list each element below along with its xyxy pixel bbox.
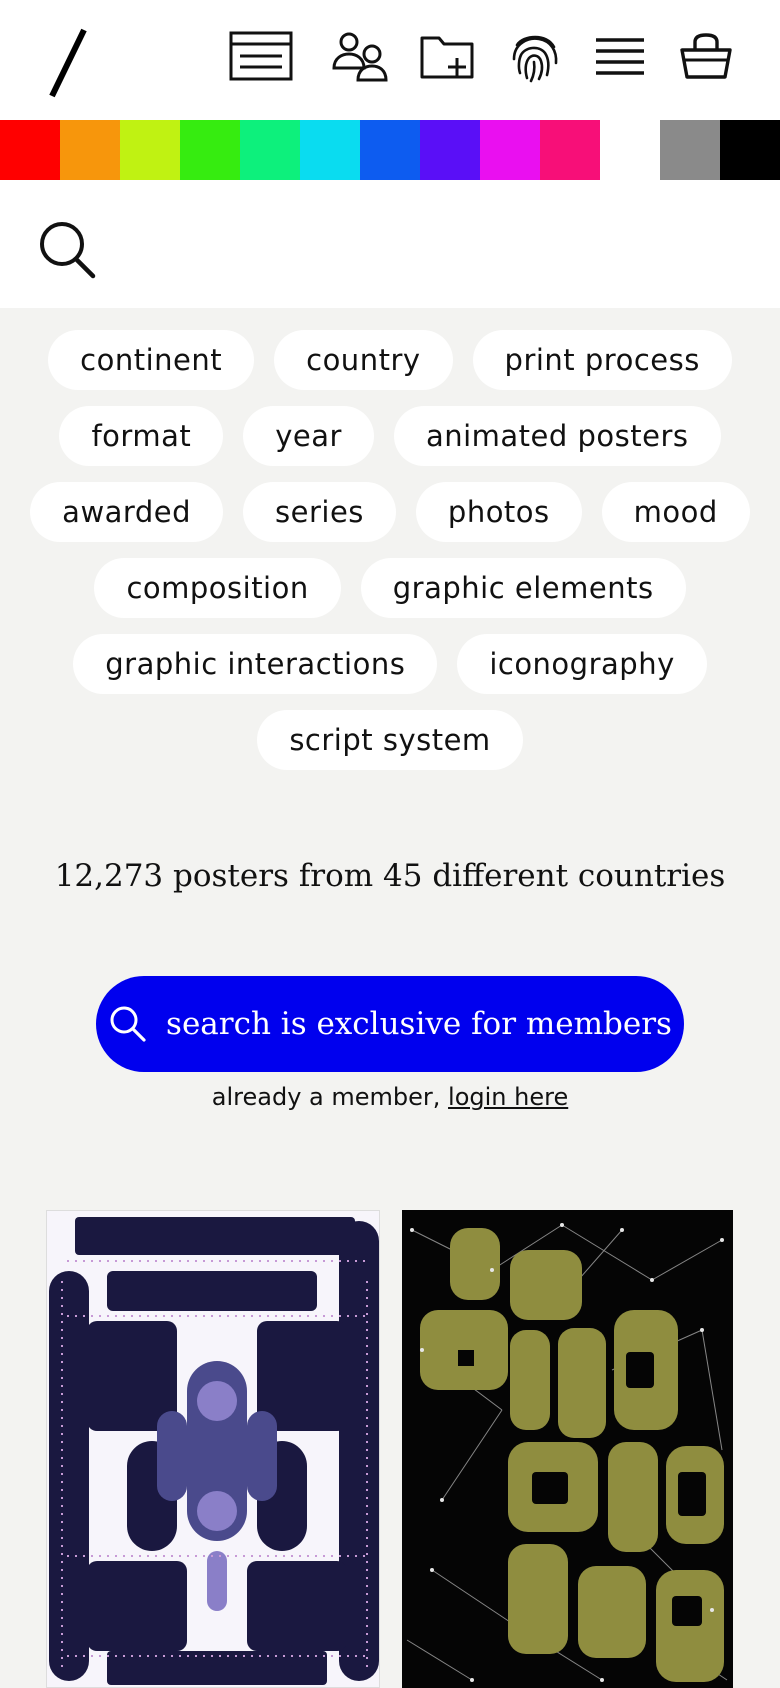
filter-chip-row: awarded series photos mood: [0, 482, 780, 542]
basket-icon[interactable]: [671, 26, 741, 86]
search-bar[interactable]: [0, 180, 780, 308]
poster-thumbnail[interactable]: [46, 1210, 380, 1688]
filter-chip-row: continent country print process: [0, 330, 780, 390]
filter-chip[interactable]: graphic interactions: [73, 634, 438, 694]
member-login-line: already a member, login here: [0, 1083, 780, 1111]
filter-chip-row: script system: [0, 710, 780, 770]
color-swatch[interactable]: [540, 120, 600, 180]
color-swatch[interactable]: [60, 120, 120, 180]
filter-chip[interactable]: country: [274, 330, 453, 390]
color-swatch[interactable]: [120, 120, 180, 180]
menu-icon[interactable]: [585, 26, 655, 86]
filter-chip[interactable]: photos: [415, 482, 582, 542]
filter-chip[interactable]: continent: [48, 330, 255, 390]
members-search-label: search is exclusive for members: [166, 1006, 672, 1042]
filter-chip[interactable]: series: [243, 482, 396, 542]
color-swatch[interactable]: [720, 120, 780, 180]
color-swatch[interactable]: [600, 120, 660, 180]
filter-chip-row: format year animated posters: [0, 406, 780, 466]
poster-thumbnail[interactable]: [402, 1210, 733, 1688]
filter-chip-row: graphic interactions iconography: [0, 634, 780, 694]
search-icon: [108, 1004, 148, 1044]
color-swatch[interactable]: [360, 120, 420, 180]
filter-chip[interactable]: graphic elements: [360, 558, 686, 618]
color-swatch[interactable]: [240, 120, 300, 180]
filter-chip[interactable]: awarded: [30, 482, 224, 542]
color-filter-bar: [0, 120, 780, 180]
member-login-prefix: already a member,: [211, 1083, 449, 1111]
filter-chip[interactable]: animated posters: [393, 406, 721, 466]
color-swatch[interactable]: [420, 120, 480, 180]
poster-stats: 12,273 posters from 45 different countri…: [54, 858, 726, 894]
members-search-button[interactable]: search is exclusive for members: [96, 976, 684, 1072]
color-swatch[interactable]: [300, 120, 360, 180]
color-swatch[interactable]: [480, 120, 540, 180]
filter-chips: continent country print process format year a…: [0, 330, 780, 786]
filter-chip[interactable]: mood: [601, 482, 750, 542]
color-swatch[interactable]: [180, 120, 240, 180]
filter-chip[interactable]: format: [59, 406, 224, 466]
membership-card-icon[interactable]: [226, 26, 296, 86]
slash-logo[interactable]: [44, 26, 94, 98]
poster-artwork: [47, 1211, 379, 1687]
folder-add-icon[interactable]: [412, 26, 482, 86]
search-icon[interactable]: [38, 220, 98, 280]
color-swatch[interactable]: [660, 120, 720, 180]
color-swatch[interactable]: [0, 120, 60, 180]
filter-chip[interactable]: iconography: [457, 634, 707, 694]
login-link[interactable]: login here: [448, 1083, 568, 1111]
users-icon[interactable]: [325, 26, 395, 86]
filter-chip-row: composition graphic elements: [0, 558, 780, 618]
filter-chip[interactable]: print process: [472, 330, 732, 390]
fingerprint-icon[interactable]: [500, 26, 570, 86]
filter-chip[interactable]: year: [243, 406, 374, 466]
filter-chip[interactable]: composition: [94, 558, 341, 618]
poster-artwork: [402, 1210, 733, 1688]
header: [0, 0, 780, 120]
filter-chip[interactable]: script system: [257, 710, 523, 770]
